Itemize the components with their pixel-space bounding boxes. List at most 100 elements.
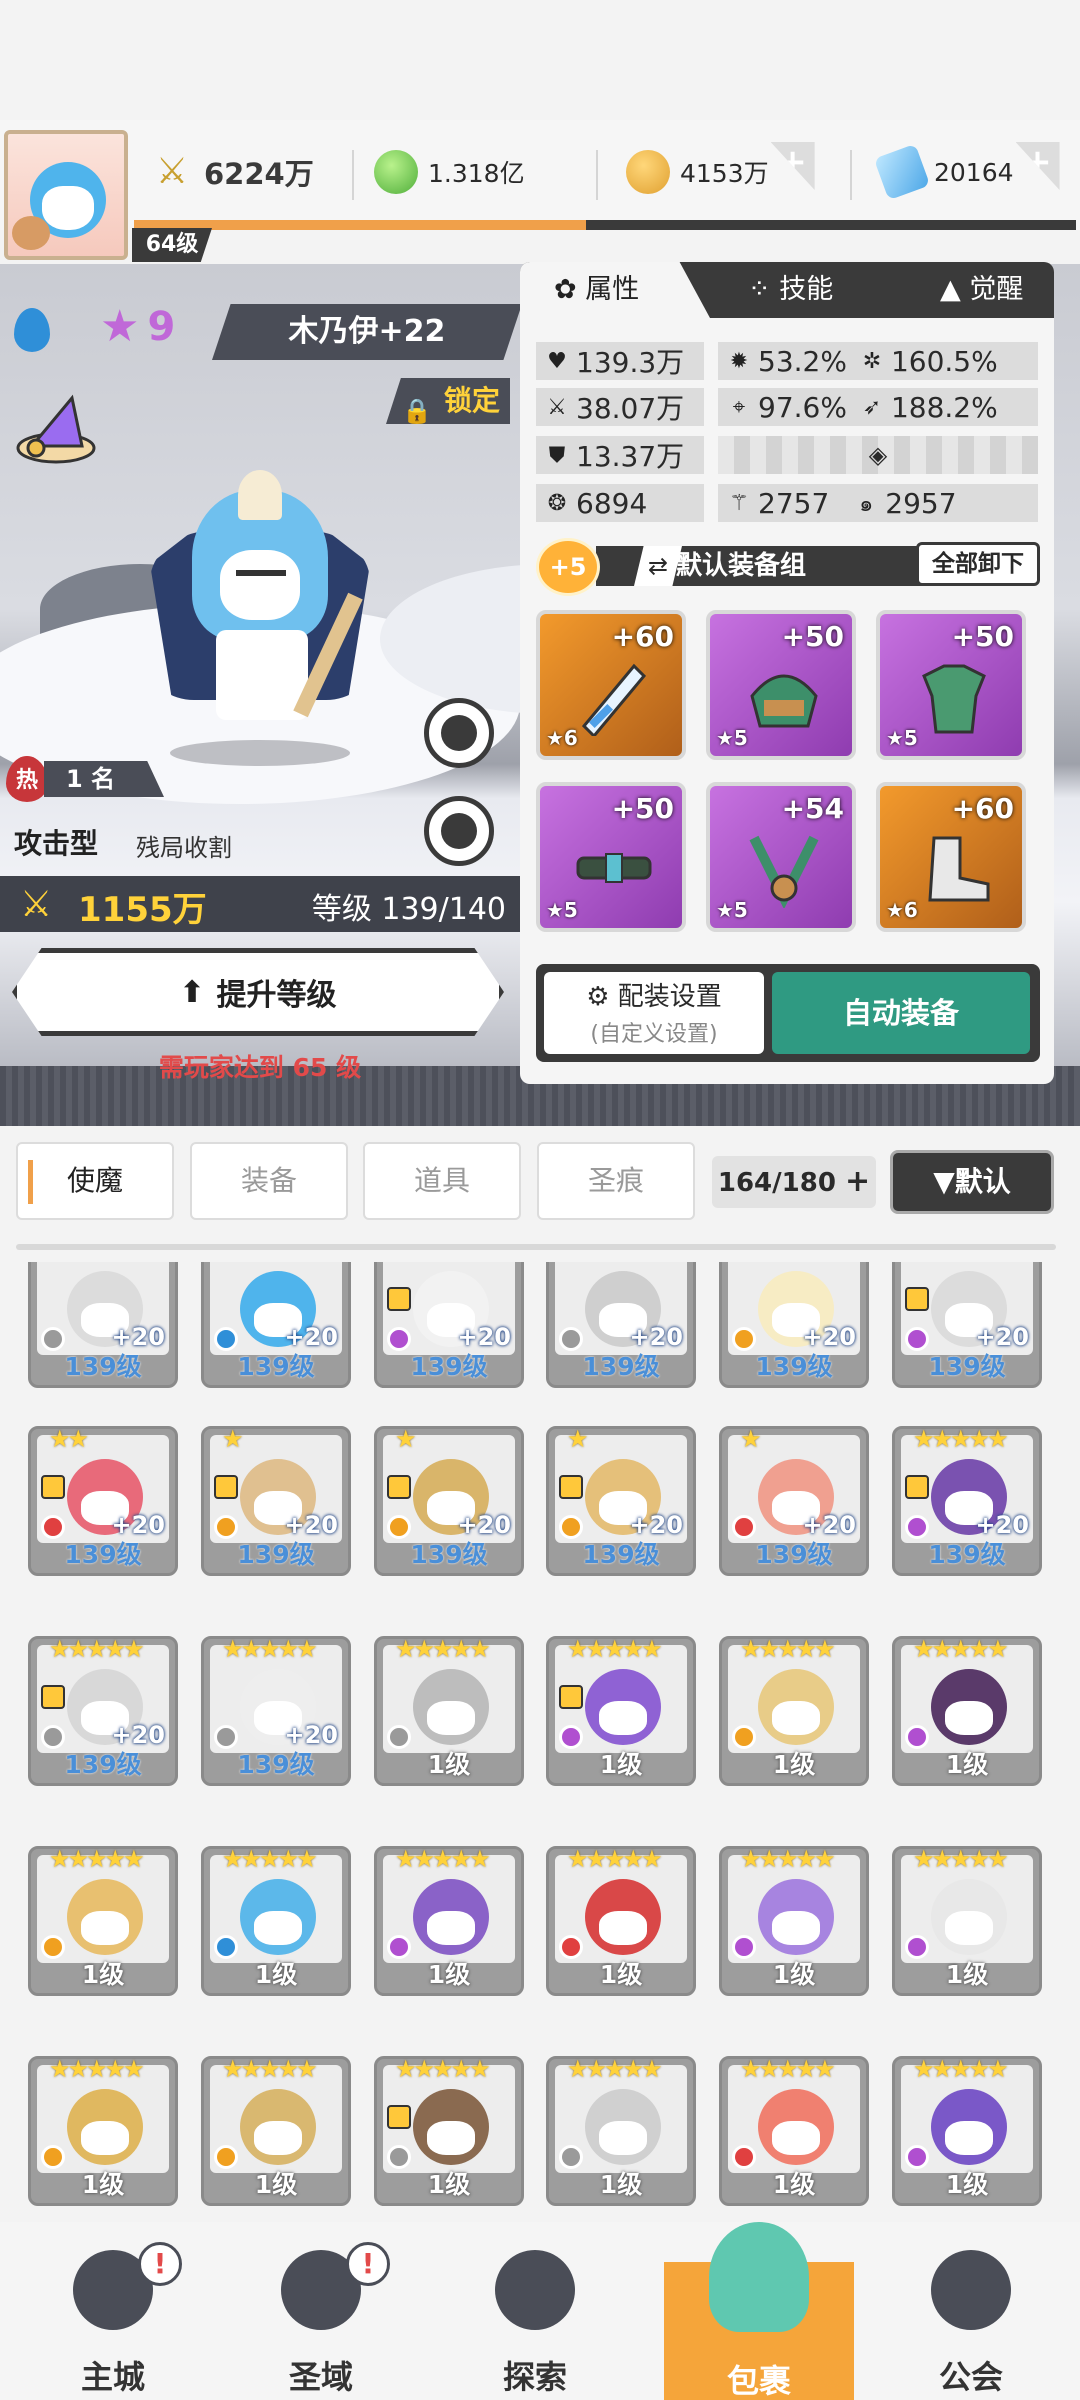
familiar-card[interactable]: ★★★★★ 1级 bbox=[201, 1845, 351, 1996]
familiar-card[interactable]: ★★★★★ +20 139级 bbox=[28, 1635, 178, 1786]
familiar-level: 139级 bbox=[928, 1540, 1006, 1569]
player-avatar[interactable] bbox=[4, 130, 128, 260]
familiar-card[interactable]: ★ +20 139级 bbox=[546, 1425, 696, 1576]
stat-defense: ⛊ 13.37万 bbox=[536, 436, 704, 474]
familiar-card[interactable]: ★★★★★ 1级 bbox=[374, 2055, 524, 2206]
upgrade-level-label: 提升等级 bbox=[216, 978, 337, 1013]
panel-tabs: ✿ 属性 ⁘ 技能 ▲ 觉醒 bbox=[520, 262, 1054, 318]
familiar-card[interactable]: ★★★★★ 1级 bbox=[546, 2055, 696, 2206]
familiar-level: 139级 bbox=[64, 1540, 142, 1569]
gear-enhance-level: +50 bbox=[781, 620, 844, 653]
nav-bag[interactable]: 包裹 bbox=[664, 2222, 854, 2400]
familiar-card[interactable]: ★★★★★ 1级 bbox=[374, 1635, 524, 1786]
familiar-level: 139级 bbox=[410, 1352, 488, 1381]
familiar-card[interactable]: ★ +20 139级 bbox=[201, 1425, 351, 1576]
familiar-card[interactable]: ★★★★★ 1级 bbox=[719, 1845, 869, 1996]
familiar-card[interactable]: ★★★★★ 1级 bbox=[892, 1845, 1042, 1996]
inventory-capacity[interactable]: 164/180 + bbox=[712, 1156, 876, 1208]
familiar-card[interactable]: +20 139级 bbox=[892, 1262, 1042, 1388]
familiar-card[interactable]: +20 139级 bbox=[719, 1262, 869, 1388]
gear-action-bar: ⚙ 配装设置 (自定义设置) 自动装备 bbox=[536, 964, 1040, 1062]
nav-guild-helmet[interactable]: 公会 bbox=[896, 2242, 1046, 2396]
familiar-card[interactable]: ★ +20 139级 bbox=[374, 1425, 524, 1576]
view-hero-button[interactable] bbox=[424, 698, 494, 768]
wizard-hat-icon[interactable] bbox=[12, 390, 100, 470]
hero-sprite[interactable] bbox=[140, 470, 380, 770]
warning-icon: ◈ bbox=[868, 441, 888, 469]
familiar-card[interactable]: ★★★★★ 1级 bbox=[719, 2055, 869, 2206]
stat-accuracy: ⌖ 97.6% ➶ 188.2% bbox=[718, 388, 1038, 426]
gear-slot-belt[interactable]: +50 ★5 bbox=[536, 782, 686, 932]
star-rating: ★★★★★ bbox=[49, 2055, 145, 2083]
familiar-card[interactable]: ★★★★★ 1级 bbox=[546, 1635, 696, 1786]
familiar-card[interactable]: ★★★★★ +20 139级 bbox=[201, 1635, 351, 1786]
familiar-card[interactable]: ★★★★★ 1级 bbox=[374, 1845, 524, 1996]
gear-star-rank: ★5 bbox=[716, 726, 748, 750]
sword-stone-icon bbox=[495, 2250, 575, 2330]
familiar-card[interactable]: ★ +20 139级 bbox=[719, 1425, 869, 1576]
familiar-card[interactable]: ★★★★★ 1级 bbox=[201, 2055, 351, 2206]
familiar-face bbox=[599, 1911, 647, 1945]
wing-icon: ➶ bbox=[862, 394, 882, 420]
familiar-card[interactable]: +20 139级 bbox=[546, 1262, 696, 1388]
familiar-level: 1级 bbox=[254, 1960, 298, 1989]
nav-label: 主城 bbox=[80, 2358, 145, 2396]
hot-rank-value: 1 名 bbox=[44, 761, 164, 797]
familiar-card[interactable]: +20 139级 bbox=[201, 1262, 351, 1388]
rotate-hero-button[interactable] bbox=[424, 796, 494, 866]
hot-rank-badge[interactable]: 热 1 名 bbox=[6, 756, 164, 802]
tab-familiars[interactable]: 使魔 bbox=[16, 1142, 174, 1220]
divider bbox=[352, 150, 354, 200]
hero-star-value: 9 bbox=[147, 304, 176, 350]
loadout-settings-button[interactable]: ⚙ 配装设置 (自定义设置) bbox=[544, 972, 764, 1054]
familiar-level: 1级 bbox=[81, 1960, 125, 1989]
familiar-face bbox=[772, 1701, 820, 1735]
tab-skills[interactable]: ⁘ 技能 bbox=[720, 262, 880, 318]
nav-castle[interactable]: 主城! bbox=[38, 2242, 188, 2396]
currency-green: 1.318亿 bbox=[374, 150, 525, 194]
star-rating: ★★★★★ bbox=[222, 1845, 318, 1873]
tab-equipment[interactable]: 装备 bbox=[190, 1142, 348, 1220]
gear-slot-helmet[interactable]: +50 ★5 bbox=[706, 610, 856, 760]
avatar-pet bbox=[12, 216, 50, 250]
familiar-card[interactable]: ★★★★★ 1级 bbox=[719, 1635, 869, 1786]
familiar-card[interactable]: +20 139级 bbox=[28, 1262, 178, 1388]
currency-green-value: 1.318亿 bbox=[428, 159, 525, 188]
familiar-face bbox=[599, 1701, 647, 1735]
gear-set-badge[interactable]: +5 bbox=[536, 538, 600, 596]
gear-slot-sword[interactable]: +60 ★6 bbox=[536, 610, 686, 760]
tab-attributes[interactable]: ✿ 属性 bbox=[520, 262, 710, 318]
tab-label: 属性 bbox=[585, 274, 640, 305]
stat-value: 6894 bbox=[576, 486, 648, 520]
familiar-level: 1级 bbox=[772, 1750, 816, 1779]
familiar-card[interactable]: ★★★★★ 1级 bbox=[28, 1845, 178, 1996]
familiar-card[interactable]: ★★★★★ +20 139级 bbox=[892, 1425, 1042, 1576]
familiar-card[interactable]: ★★★★★ 1级 bbox=[28, 2055, 178, 2206]
tab-items[interactable]: 道具 bbox=[363, 1142, 521, 1220]
stat-row: ♥ 139.3万 ✹ 53.2% ✲ 160.5% bbox=[536, 342, 1040, 380]
upgrade-level-button[interactable]: ⬆ 提升等级 bbox=[12, 948, 504, 1036]
lock-button[interactable]: 🔒 锁定 bbox=[386, 378, 510, 424]
familiar-card[interactable]: ★★★★★ 1级 bbox=[892, 2055, 1042, 2206]
gear-slot-armor[interactable]: +50 ★5 bbox=[876, 610, 1026, 760]
familiar-face bbox=[772, 1911, 820, 1945]
familiar-level: 1级 bbox=[945, 2170, 989, 2199]
familiar-card[interactable]: ★★★★★ 1级 bbox=[892, 1635, 1042, 1786]
nav-sword-stone[interactable]: 探索 bbox=[460, 2242, 610, 2396]
hero-level: 等级 139/140 bbox=[311, 892, 506, 927]
familiar-card[interactable]: +20 139级 bbox=[374, 1262, 524, 1388]
unequip-all-button[interactable]: 全部卸下 bbox=[916, 542, 1040, 586]
gear-star-rank: ★6 bbox=[886, 898, 918, 922]
stat-row: ❂ 6894 ⚚ 2757 ๑ 2957 bbox=[536, 484, 1040, 522]
familiar-card[interactable]: ★★ +20 139级 bbox=[28, 1425, 178, 1576]
tab-stigmata[interactable]: 圣痕 bbox=[537, 1142, 695, 1220]
stat-attack: ⚔ 38.07万 bbox=[536, 388, 704, 426]
sort-dropdown[interactable]: ▼默认 bbox=[890, 1150, 1054, 1214]
tab-awaken[interactable]: ▲ 觉醒 bbox=[900, 262, 1054, 318]
gear-slot-boots[interactable]: +60 ★6 bbox=[876, 782, 1026, 932]
nav-vortex[interactable]: 圣域! bbox=[246, 2242, 396, 2396]
auto-equip-button[interactable]: 自动装备 bbox=[772, 972, 1030, 1054]
gear-slot-amulet[interactable]: +54 ★5 bbox=[706, 782, 856, 932]
star-rating: ★★★★★ bbox=[913, 1635, 1009, 1663]
familiar-card[interactable]: ★★★★★ 1级 bbox=[546, 1845, 696, 1996]
